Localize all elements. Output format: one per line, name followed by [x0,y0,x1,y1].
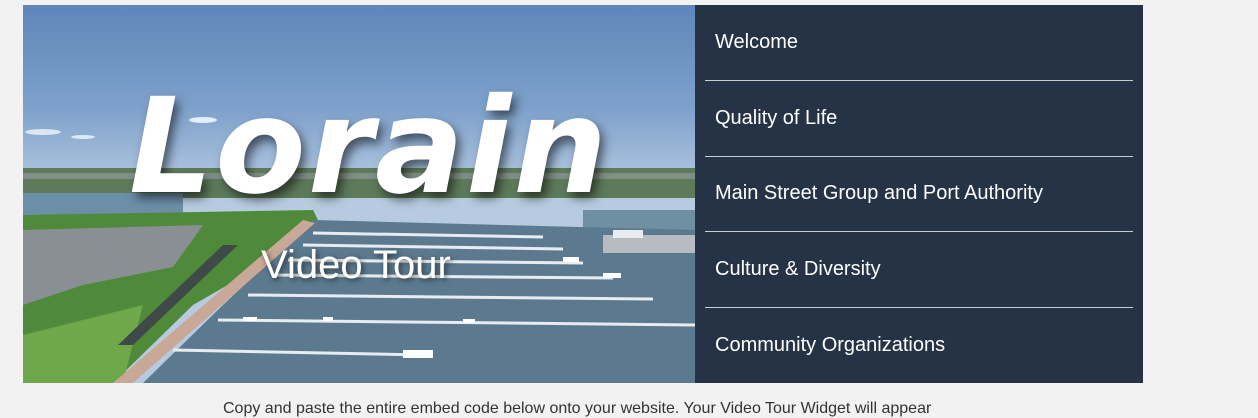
hero-video-thumbnail[interactable]: Lorain Video Tour [23,5,695,383]
video-tour-widget: Lorain Video Tour Welcome Quality of Lif… [23,5,1143,383]
menu-item-quality-of-life[interactable]: Quality of Life [705,81,1133,157]
menu-item-community-organizations[interactable]: Community Organizations [705,308,1133,383]
embed-instructions-text: Copy and paste the entire embed code bel… [223,400,932,417]
menu-item-culture-diversity[interactable]: Culture & Diversity [705,232,1133,309]
hero-subtitle: Video Tour [261,243,451,287]
menu-item-main-street-port-authority[interactable]: Main Street Group and Port Authority [705,157,1133,233]
menu-item-welcome[interactable]: Welcome [705,5,1133,81]
hero-title: Lorain [129,70,610,224]
tour-chapter-menu: Welcome Quality of Life Main Street Grou… [695,5,1143,383]
